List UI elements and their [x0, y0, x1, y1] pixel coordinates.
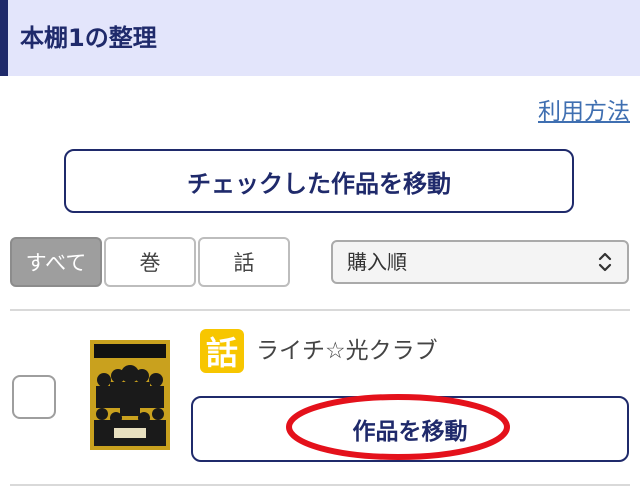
book-cover-image — [90, 340, 170, 450]
filter-all-button[interactable]: すべて — [10, 237, 102, 287]
list-divider — [10, 309, 630, 311]
item-title[interactable]: ライチ☆光クラブ — [256, 336, 438, 366]
header-accent-bar — [0, 0, 8, 76]
page-title: 本棚1の整理 — [20, 24, 157, 52]
episode-badge: 話 — [200, 329, 244, 373]
move-checked-items-button[interactable]: チェックした作品を移動 — [64, 149, 574, 213]
usage-help-link[interactable]: 利用方法 — [538, 98, 630, 126]
select-arrows-icon — [598, 252, 612, 272]
highlight-oval — [286, 394, 510, 460]
filter-episode-button[interactable]: 話 — [198, 237, 290, 287]
filter-volume-button[interactable]: 巻 — [104, 237, 196, 287]
page-header: 本棚1の整理 — [0, 0, 640, 76]
sort-selected-value: 購入順 — [347, 250, 407, 274]
sort-select[interactable]: 購入順 — [331, 240, 629, 284]
book-cover-art — [90, 340, 170, 450]
item-checkbox[interactable] — [12, 375, 56, 419]
